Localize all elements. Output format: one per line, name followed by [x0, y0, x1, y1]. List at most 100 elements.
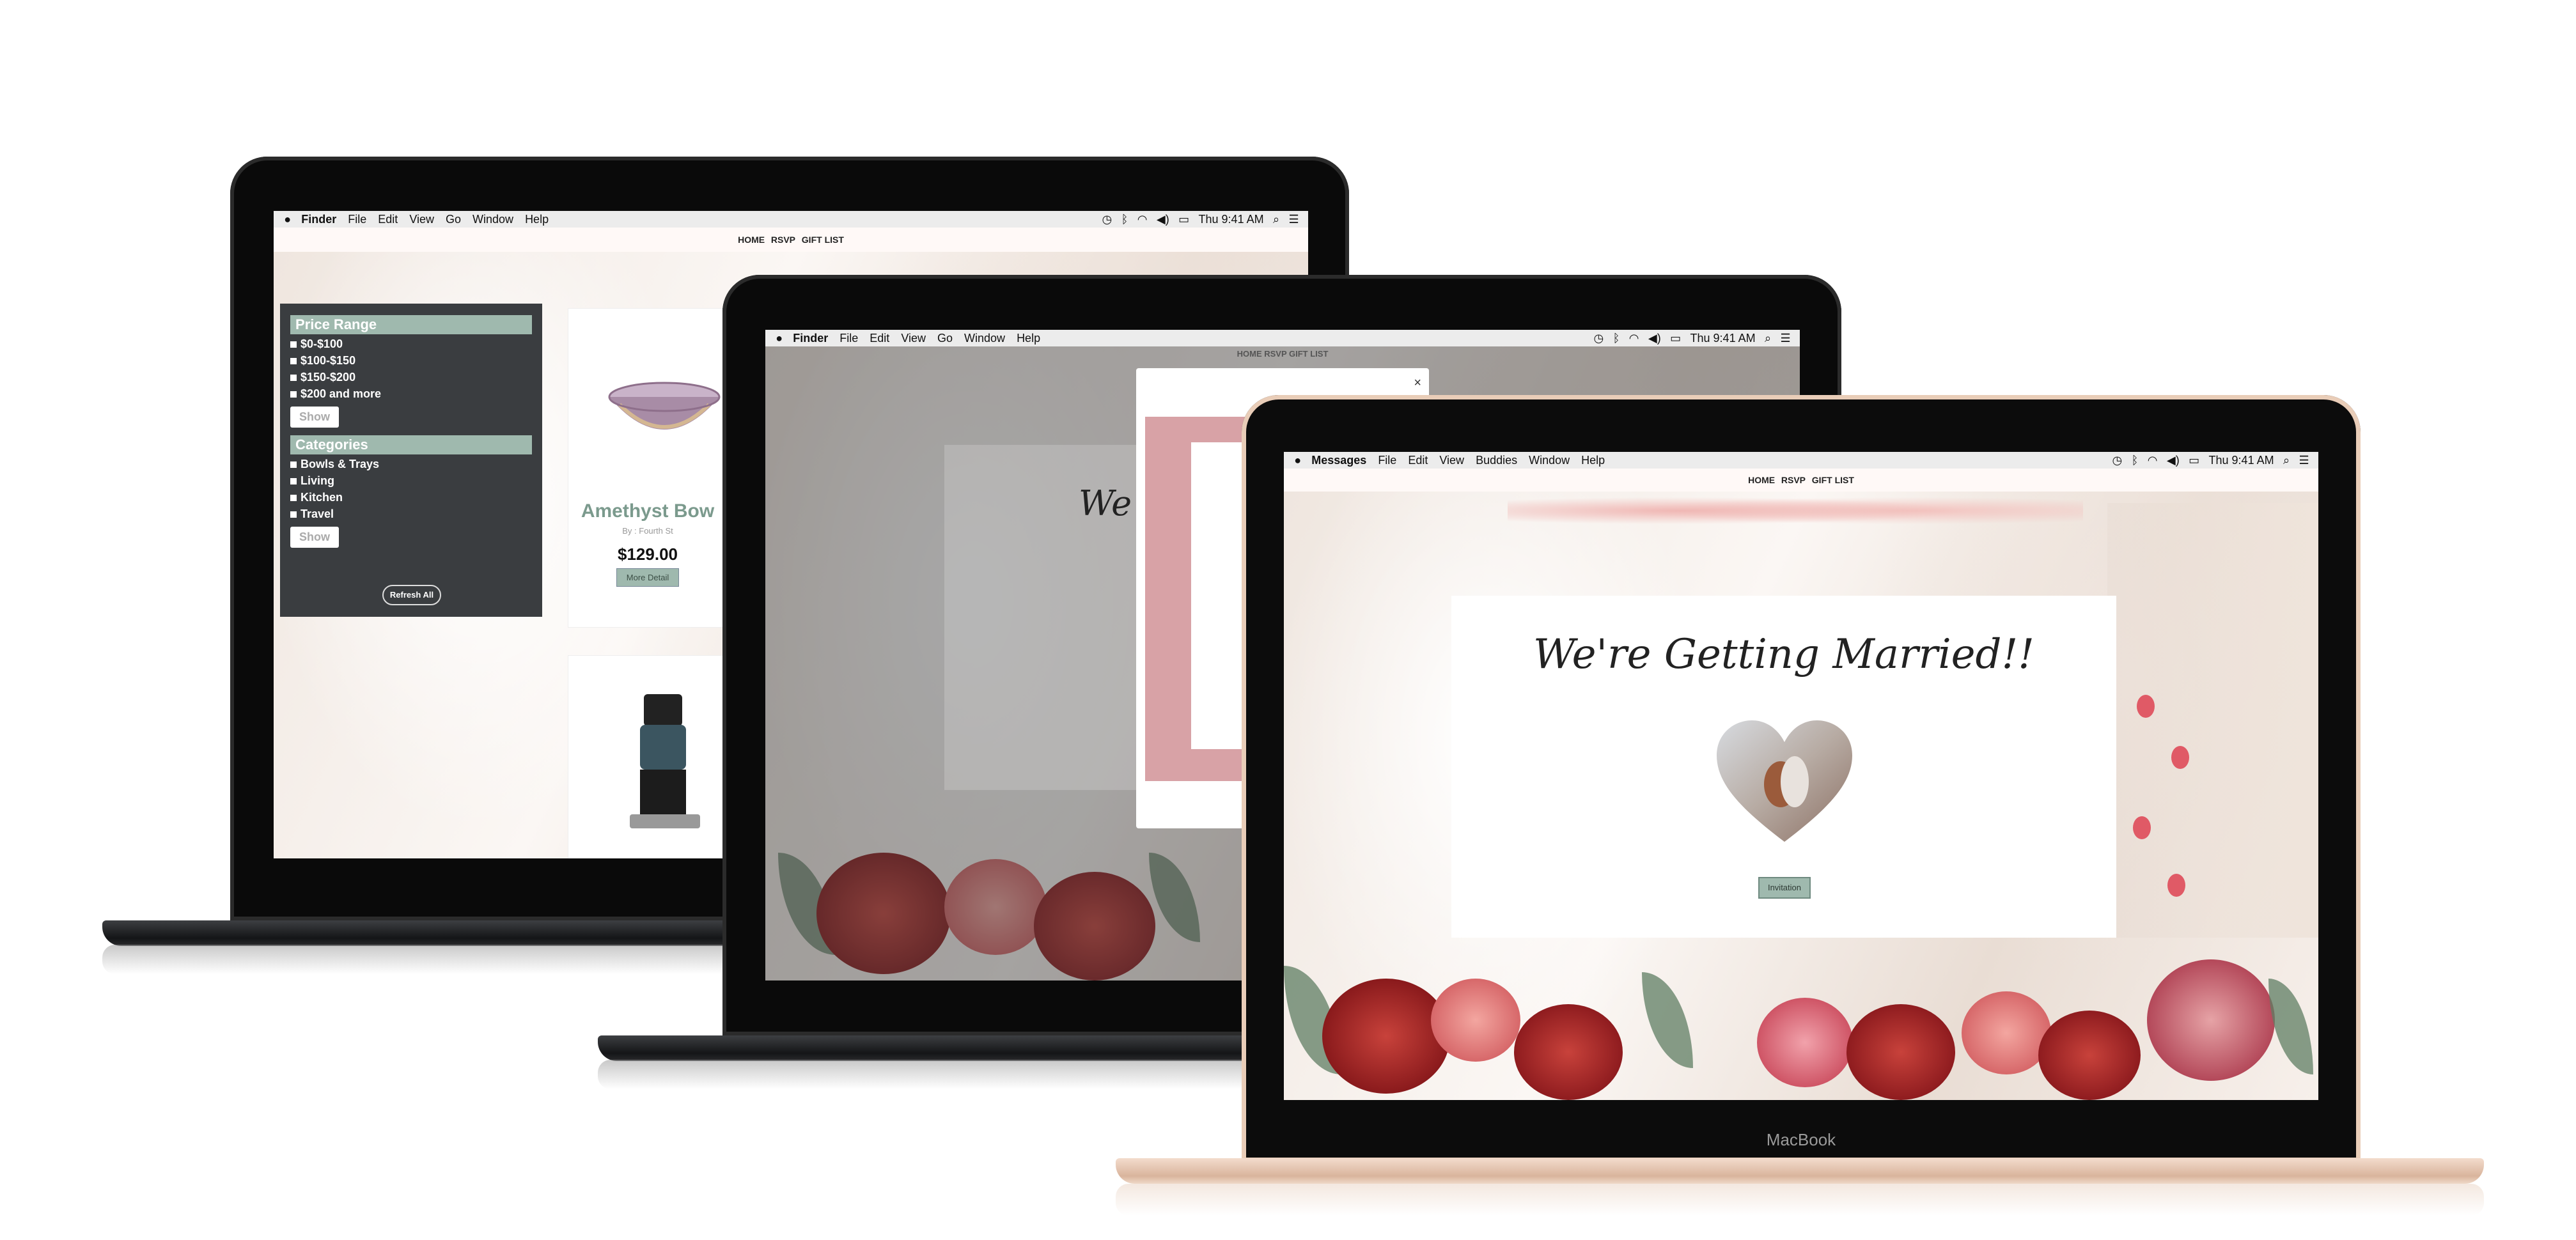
- clock[interactable]: Thu 9:41 AM: [1199, 213, 1264, 226]
- bluetooth-icon[interactable]: ᛒ: [2132, 454, 2139, 467]
- menu-help[interactable]: Help: [1017, 332, 1040, 345]
- list-icon[interactable]: ☰: [1288, 213, 1299, 226]
- close-icon[interactable]: ×: [1414, 376, 1421, 391]
- site-nav[interactable]: HOME RSVP GIFT LIST: [765, 349, 1800, 359]
- wifi-icon[interactable]: ◠: [1629, 332, 1639, 345]
- apple-icon[interactable]: ●: [776, 332, 783, 345]
- menu-window[interactable]: Window: [964, 332, 1005, 345]
- menu-file[interactable]: File: [348, 213, 366, 226]
- battery-icon[interactable]: ▭: [1178, 213, 1189, 226]
- time-machine-icon[interactable]: ◷: [2112, 454, 2122, 467]
- menu-window[interactable]: Window: [1529, 454, 1570, 467]
- category-option-label: Bowls & Trays: [301, 458, 380, 470]
- categories-heading: Categories: [290, 435, 532, 454]
- menu-view[interactable]: View: [901, 332, 926, 345]
- clock[interactable]: Thu 9:41 AM: [1690, 332, 1756, 345]
- nav-home[interactable]: HOME: [738, 228, 765, 252]
- product-card[interactable]: [568, 655, 728, 858]
- time-machine-icon[interactable]: ◷: [1102, 213, 1112, 226]
- checkbox-icon[interactable]: [290, 341, 297, 348]
- amethyst-bowl-image: [608, 382, 721, 430]
- clock[interactable]: Thu 9:41 AM: [2209, 454, 2274, 467]
- nav-gift-list[interactable]: GIFT LIST: [802, 228, 844, 252]
- category-option-label: Travel: [301, 508, 334, 520]
- apple-icon[interactable]: ●: [284, 213, 291, 226]
- checkbox-icon[interactable]: [290, 357, 297, 364]
- show-category-button[interactable]: Show: [290, 527, 339, 548]
- menu-help[interactable]: Help: [1581, 454, 1605, 467]
- nav-home[interactable]: HOME: [1748, 469, 1775, 492]
- search-icon[interactable]: ⌕: [2283, 454, 2290, 467]
- price-option[interactable]: $150-$200: [290, 371, 532, 384]
- price-option[interactable]: $0-$100: [290, 337, 532, 351]
- top-floral-garland: [1508, 492, 2083, 530]
- volume-icon[interactable]: ◀): [1648, 332, 1661, 345]
- volume-icon[interactable]: ◀): [2167, 454, 2180, 467]
- menu-app-name[interactable]: Finder: [301, 213, 336, 226]
- menu-help[interactable]: Help: [525, 213, 549, 226]
- floral-border: [1284, 934, 2318, 1100]
- laptop-front-reflection: [1116, 1184, 2484, 1216]
- menu-buddies[interactable]: Buddies: [1476, 454, 1517, 467]
- apple-icon[interactable]: ●: [1294, 454, 1301, 467]
- menu-window[interactable]: Window: [472, 213, 513, 226]
- price-option-label: $100-$150: [301, 354, 356, 367]
- menu-file[interactable]: File: [1378, 454, 1396, 467]
- category-option[interactable]: Bowls & Trays: [290, 458, 532, 471]
- filter-panel: Price Range $0-$100 $100-$150 $150-$200 …: [280, 304, 542, 617]
- checkbox-icon[interactable]: [290, 461, 297, 468]
- list-icon[interactable]: ☰: [2299, 454, 2309, 467]
- headline-fragment: We: [1079, 483, 1132, 523]
- menu-file[interactable]: File: [839, 332, 858, 345]
- nav-gift-list[interactable]: GIFT LIST: [1812, 469, 1854, 492]
- more-detail-button[interactable]: More Detail: [616, 568, 679, 587]
- hero-headline: We're Getting Married!!: [1533, 631, 2034, 678]
- product-title[interactable]: Amethyst Bow: [568, 500, 727, 522]
- checkbox-icon[interactable]: [290, 477, 297, 484]
- bluetooth-icon[interactable]: ᛒ: [1613, 332, 1620, 345]
- menu-go[interactable]: Go: [446, 213, 461, 226]
- menu-view[interactable]: View: [409, 213, 434, 226]
- price-option[interactable]: $200 and more: [290, 387, 532, 401]
- hero-card: We're Getting Married!! Invitation: [1451, 596, 2116, 938]
- site-nav: HOME RSVP GIFT LIST: [1284, 469, 2318, 492]
- menu-edit[interactable]: Edit: [1408, 454, 1428, 467]
- menu-app-name[interactable]: Messages: [1311, 454, 1366, 467]
- nav-rsvp[interactable]: RSVP: [1781, 469, 1806, 492]
- checkbox-icon[interactable]: [290, 511, 297, 518]
- list-icon[interactable]: ☰: [1780, 332, 1790, 345]
- menu-bar: ● Messages File Edit View Buddies Window…: [1284, 452, 2318, 469]
- search-icon[interactable]: ⌕: [1765, 332, 1771, 345]
- menu-app-name[interactable]: Finder: [793, 332, 828, 345]
- time-machine-icon[interactable]: ◷: [1593, 332, 1604, 345]
- battery-icon[interactable]: ▭: [1670, 332, 1681, 345]
- bluetooth-icon[interactable]: ᛒ: [1121, 213, 1128, 226]
- laptop-front-screen: ● Messages File Edit View Buddies Window…: [1284, 452, 2318, 1100]
- product-price: $129.00: [618, 545, 678, 564]
- wifi-icon[interactable]: ◠: [2148, 454, 2158, 467]
- checkbox-icon[interactable]: [290, 494, 297, 501]
- site-nav: HOME RSVP GIFT LIST: [274, 228, 1308, 252]
- category-option-label: Kitchen: [301, 491, 343, 504]
- wifi-icon[interactable]: ◠: [1137, 213, 1148, 226]
- volume-icon[interactable]: ◀): [1157, 213, 1169, 226]
- nav-rsvp[interactable]: RSVP: [771, 228, 795, 252]
- category-option[interactable]: Kitchen: [290, 491, 532, 504]
- refresh-all-button[interactable]: Refresh All: [382, 585, 441, 605]
- product-vendor: By : Fourth St: [622, 526, 673, 536]
- menu-view[interactable]: View: [1439, 454, 1464, 467]
- checkbox-icon[interactable]: [290, 374, 297, 381]
- invitation-button[interactable]: Invitation: [1758, 877, 1811, 899]
- battery-icon[interactable]: ▭: [2189, 454, 2199, 467]
- category-option[interactable]: Living: [290, 474, 532, 488]
- menu-edit[interactable]: Edit: [378, 213, 398, 226]
- status-area: ◷ ᛒ ◠ ◀) ▭ Thu 9:41 AM ⌕ ☰: [1102, 213, 1299, 226]
- menu-go[interactable]: Go: [937, 332, 953, 345]
- checkbox-icon[interactable]: [290, 391, 297, 398]
- search-icon[interactable]: ⌕: [1273, 213, 1279, 226]
- product-card[interactable]: Amethyst Bow By : Fourth St $129.00 More…: [568, 308, 728, 628]
- menu-edit[interactable]: Edit: [870, 332, 889, 345]
- show-price-button[interactable]: Show: [290, 407, 339, 428]
- price-option[interactable]: $100-$150: [290, 354, 532, 368]
- category-option[interactable]: Travel: [290, 508, 532, 521]
